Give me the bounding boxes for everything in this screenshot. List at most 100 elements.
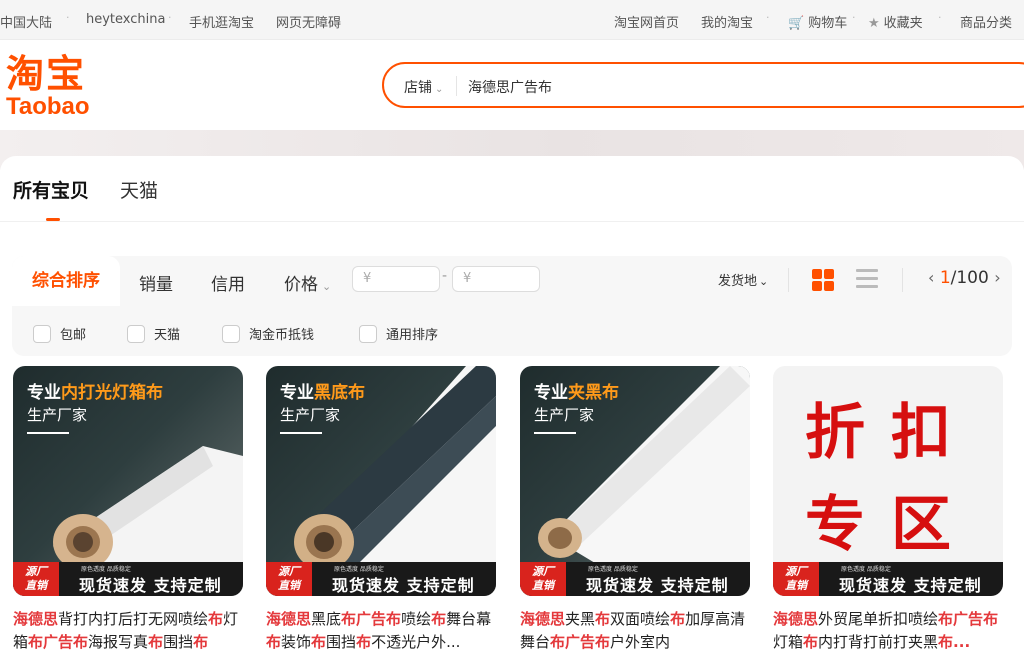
price-range-dash: - [442, 268, 448, 284]
price-min-input[interactable]: ¥ [352, 266, 440, 292]
sort-price-label: 价格 [284, 275, 318, 295]
promo-strip: 源厂 直销 原色透度 品质稳定 现货速发 支持定制 [13, 562, 243, 596]
title-keyword-highlight: 布 [431, 610, 447, 628]
title-keyword-highlight: 布 [266, 633, 282, 651]
filter-coins[interactable]: 淘金币抵钱 [222, 324, 314, 343]
favorites-link[interactable]: ★ 收藏夹 [868, 12, 923, 31]
price-max-input[interactable]: ¥ [452, 266, 540, 292]
title-keyword-highlight: 布 [595, 610, 611, 628]
taobao-logo[interactable]: 淘宝 Taobao [4, 54, 114, 120]
product-image[interactable]: 专业内打光灯箱布 生产厂家 源厂 直销 原色透度 品质稳定 现货速发 支持定制 [13, 366, 243, 596]
checkbox[interactable] [127, 324, 145, 343]
tab-tmall[interactable]: 天猫 [120, 176, 158, 203]
search-scope-label: 店铺 [404, 80, 432, 96]
divider [788, 268, 789, 292]
list-view-icon[interactable] [856, 269, 878, 289]
chevron-down-icon: ⌄ [435, 84, 444, 95]
title-text: 背打内打后打无网喷绘 [58, 610, 209, 628]
title-keyword-highlight: 布 [983, 610, 999, 628]
chevron-down-icon: ⌄ [322, 280, 332, 293]
title-text: 海报写真 [88, 633, 149, 651]
product-image[interactable]: 折扣 专区 源厂 直销 原色透度 品质稳定 现货速发 支持定制 [773, 366, 1003, 596]
title-keyword-highlight: 布 [341, 610, 357, 628]
title-keyword-highlight: 广告布 [356, 610, 402, 628]
my-taobao-link[interactable]: 我的淘宝 [701, 12, 753, 31]
product-card[interactable]: 折扣 专区 源厂 直销 原色透度 品质稳定 现货速发 支持定制 海德思外贸尾单折扣… [773, 366, 1003, 654]
promo-strip: 源厂 直销 原色透度 品质稳定 现货速发 支持定制 [773, 562, 1003, 596]
title-text: 舞台幕 [446, 610, 492, 628]
image-underline [27, 432, 69, 434]
image-subline: 生产厂家 [27, 406, 88, 424]
product-card[interactable]: 专业夹黑布 生产厂家 源厂 直销 原色透度 品质稳定 现货速发 支持定制 海德思夹… [520, 366, 750, 654]
search-scope-dropdown[interactable]: 店铺 ⌄ [404, 77, 443, 97]
factory-direct-tag: 源厂 直销 [266, 562, 312, 596]
region-selector[interactable]: 中国大陆 [0, 12, 52, 31]
product-card[interactable]: 专业内打光灯箱布 生产厂家 源厂 直销 原色透度 品质稳定 现货速发 支持定制 海… [13, 366, 243, 654]
search-input[interactable]: 海德思广告布 [468, 77, 552, 97]
product-title[interactable]: 海德思背打内打后打无网喷绘布灯箱布广告布海报写真布围挡布 [13, 608, 243, 654]
filter-label: 淘金币抵钱 [249, 328, 315, 343]
title-keyword-highlight: 布... [938, 633, 971, 651]
sort-credit[interactable]: 信用 [211, 270, 245, 295]
separator-dot: · [852, 11, 856, 24]
title-text: 灯箱 [773, 633, 804, 651]
promo-line-1: 折扣 [805, 398, 977, 468]
cart-link[interactable]: 🛒 购物车 [788, 12, 847, 31]
grid-view-icon[interactable] [812, 269, 834, 291]
search-bar: 店铺 ⌄ 海德思广告布 [382, 62, 1024, 108]
separator-dot: · [766, 11, 770, 24]
title-text: 夹黑 [565, 610, 596, 628]
cart-label: 购物车 [808, 16, 848, 31]
checkbox[interactable] [222, 324, 240, 343]
product-card[interactable]: 专业黑底布 生产厂家 源厂 直销 原色透度 品质稳定 现货速发 支持定制 海德思黑… [266, 366, 496, 654]
next-page-icon[interactable]: › [994, 268, 1000, 287]
categories-link[interactable]: 商品分类 [960, 12, 1012, 31]
product-title[interactable]: 海德思夹黑布双面喷绘布加厚高清舞台布广告布户外室内 [520, 608, 750, 654]
title-keyword-highlight: 布 [311, 633, 327, 651]
checkbox[interactable] [33, 324, 51, 343]
title-keyword-highlight: 海德思 [266, 610, 312, 628]
site-topbar: 中国大陆 · heytexchina · 手机逛淘宝 网页无障碍 淘宝网首页 我… [0, 0, 1024, 40]
title-text: 外贸尾单折扣喷绘 [818, 610, 939, 628]
pager: ‹ 1/100 › [928, 268, 1001, 288]
header: 淘宝 Taobao 店铺 ⌄ 海德思广告布 [0, 40, 1024, 130]
promo-strip: 源厂 直销 原色透度 品质稳定 现货速发 支持定制 [520, 562, 750, 596]
active-tab-indicator [46, 218, 60, 221]
home-link[interactable]: 淘宝网首页 [614, 12, 679, 31]
checkbox[interactable] [359, 324, 377, 343]
product-title[interactable]: 海德思黑底布广告布喷绘布舞台幕布装饰布围挡布不透光户外... [266, 608, 496, 654]
page-current: 1 [939, 268, 951, 288]
product-title[interactable]: 海德思外贸尾单折扣喷绘布广告布灯箱布内打背打前打夹黑布... [773, 608, 1003, 654]
title-keyword-highlight: 布 [803, 633, 819, 651]
title-text: 黑底 [311, 610, 342, 628]
filter-label: 天猫 [154, 328, 181, 343]
title-keyword-highlight: 布 [670, 610, 686, 628]
username-link[interactable]: heytexchina [86, 12, 165, 27]
logo-english: Taobao [6, 93, 90, 120]
filter-free-shipping[interactable]: 包邮 [33, 324, 86, 343]
tab-all-items[interactable]: 所有宝贝 [13, 176, 89, 203]
promo-strip: 源厂 直销 原色透度 品质稳定 现货速发 支持定制 [266, 562, 496, 596]
sort-price[interactable]: 价格 ⌄ [284, 270, 331, 295]
cart-icon: 🛒 [788, 16, 805, 31]
filter-label: 包邮 [60, 328, 87, 343]
ship-from-dropdown[interactable]: 发货地 ⌄ [718, 270, 768, 289]
filter-general-sort[interactable]: 通用排序 [359, 324, 438, 343]
title-text: 喷绘 [401, 610, 432, 628]
logo-chinese: 淘宝 [6, 52, 87, 96]
divider [902, 268, 903, 292]
title-text: 内打背打前打夹黑 [818, 633, 939, 651]
filter-tmall[interactable]: 天猫 [127, 324, 180, 343]
star-icon: ★ [868, 16, 880, 31]
sort-comprehensive[interactable]: 综合排序 [12, 256, 120, 306]
title-keyword-highlight: 布 [148, 633, 164, 651]
factory-direct-tag: 源厂 直销 [13, 562, 59, 596]
title-keyword-highlight: 布 [356, 633, 372, 651]
product-image[interactable]: 专业黑底布 生产厂家 源厂 直销 原色透度 品质稳定 现货速发 支持定制 [266, 366, 496, 596]
accessibility-link[interactable]: 网页无障碍 [276, 12, 341, 31]
sort-sales[interactable]: 销量 [139, 270, 173, 295]
mobile-taobao-link[interactable]: 手机逛淘宝 [189, 12, 254, 31]
product-image[interactable]: 专业夹黑布 生产厂家 源厂 直销 原色透度 品质稳定 现货速发 支持定制 [520, 366, 750, 596]
prev-page-icon[interactable]: ‹ [928, 268, 934, 287]
title-text: 双面喷绘 [610, 610, 671, 628]
